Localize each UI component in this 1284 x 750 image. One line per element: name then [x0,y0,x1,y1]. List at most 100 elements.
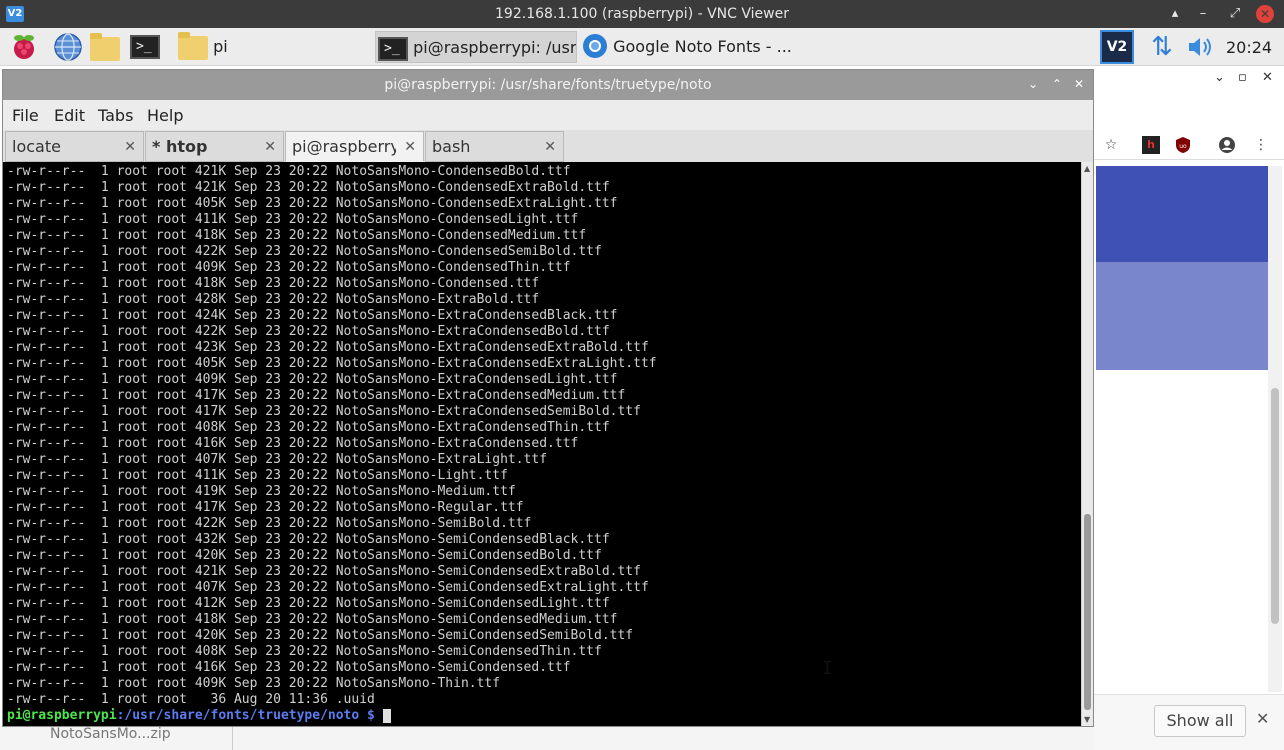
taskbar-task-file-manager[interactable]: pi [176,31,372,63]
terminal-line: -rw-r--r-- 1 root root 36 Aug 20 11:36 .… [7,692,375,707]
terminal-title: pi@raspberrypi: /usr/share/fonts/truetyp… [384,77,712,93]
terminal-minimize-button[interactable]: ⌄ [1025,76,1041,92]
vnc-window-title: 192.168.1.100 (raspberrypi) - VNC Viewer [495,6,789,22]
tab-close-icon[interactable]: ✕ [124,132,136,162]
terminal-line: -rw-r--r-- 1 root root 412K Sep 23 20:22… [7,596,610,611]
page-banner-block [1096,262,1268,370]
scroll-down-arrow-icon[interactable]: ▼ [1084,715,1090,724]
tab-locate[interactable]: locate ✕ [5,131,144,162]
terminal-line: -rw-r--r-- 1 root root 405K Sep 23 20:22… [7,356,657,371]
tab-label: locate [12,137,61,156]
terminal-line: -rw-r--r-- 1 root root 409K Sep 23 20:22… [7,676,501,691]
tab-htop[interactable]: * htop ✕ [145,131,284,162]
terminal-launcher-icon[interactable]: >_ [130,31,162,63]
tab-close-icon[interactable]: ✕ [264,132,276,162]
terminal-line: -rw-r--r-- 1 root root 421K Sep 23 20:22… [7,180,610,195]
terminal-line: -rw-r--r-- 1 root root 424K Sep 23 20:22… [7,308,618,323]
menu-edit[interactable]: Edit [54,106,85,125]
terminal-scrollbar-thumb[interactable] [1084,514,1091,710]
terminal-line: -rw-r--r-- 1 root root 418K Sep 23 20:22… [7,276,540,291]
download-strip: NotoSansMo...zip [0,726,1094,750]
vnc-minimize-button[interactable]: – [1194,5,1212,23]
terminal-line: -rw-r--r-- 1 root root 411K Sep 23 20:22… [7,212,579,227]
terminal-line: -rw-r--r-- 1 root root 419K Sep 23 20:22… [7,484,516,499]
svg-text:uo: uo [1179,143,1187,150]
show-all-button[interactable]: Show all [1154,705,1246,737]
extension-h-icon[interactable]: h [1142,136,1160,154]
terminal-line: -rw-r--r-- 1 root root 417K Sep 23 20:22… [7,500,524,515]
file-manager-icon[interactable] [90,31,122,63]
vnc-close-button[interactable]: ✕ [1256,5,1274,23]
prompt-path: :/usr/share/fonts/truetype/noto $ [116,708,375,723]
browser-minimize-button[interactable]: ⌄ [1214,70,1225,85]
tab-label: pi@raspberrypi: /usr/share/fonts/truetyp… [292,137,396,156]
tab-close-icon[interactable]: ✕ [404,132,416,162]
terminal-scrollbar[interactable]: ▲ ▼ [1081,162,1093,726]
taskbar: >_ pi >_ pi@raspberrypi: /usr/... Google… [0,28,1284,66]
prompt-user: pi@raspberrypi [7,708,117,723]
terminal-line: -rw-r--r-- 1 root root 408K Sep 23 20:22… [7,420,610,435]
terminal-tabbar: locate ✕ * htop ✕ pi@raspberrypi: /usr/s… [3,130,1093,162]
terminal-line: -rw-r--r-- 1 root root 420K Sep 23 20:22… [7,548,602,563]
browser-maximize-button[interactable]: ▫ [1238,70,1247,85]
browser-menu-kebab-icon[interactable]: ⋮ [1252,136,1270,154]
taskbar-task-file-manager-label: pi [213,37,228,56]
terminal-line: -rw-r--r-- 1 root root 416K Sep 23 20:22… [7,660,571,675]
terminal-line: -rw-r--r-- 1 root root 409K Sep 23 20:22… [7,260,571,275]
taskbar-task-terminal[interactable]: >_ pi@raspberrypi: /usr/... [375,31,577,63]
terminal-line: -rw-r--r-- 1 root root 409K Sep 23 20:22… [7,372,618,387]
scroll-up-arrow-icon[interactable]: ▲ [1084,164,1090,173]
clock[interactable]: 20:24 [1226,38,1272,57]
terminal-line: -rw-r--r-- 1 root root 405K Sep 23 20:22… [7,196,618,211]
tab-label: bash [432,137,471,156]
terminal-line: -rw-r--r-- 1 root root 416K Sep 23 20:22… [7,436,579,451]
mouse-ibeam-cursor-icon: I [822,658,833,679]
menu-help[interactable]: Help [147,106,183,125]
terminal-maximize-button[interactable]: ⌃ [1049,76,1065,92]
page-header-block [1096,166,1268,262]
terminal-output[interactable]: -rw-r--r-- 1 root root 421K Sep 23 20:22… [3,162,1081,726]
menu-file[interactable]: File [12,106,39,125]
download-bar-close-icon[interactable]: ✕ [1256,709,1269,728]
browser-window: ⌄ ▫ ✕ ☆ h uo ⋮ [1094,66,1284,706]
download-bar: Show all ✕ [1094,694,1284,750]
terminal-prompt[interactable]: pi@raspberrypi:/usr/share/fonts/truetype… [7,708,1081,724]
terminal-line: -rw-r--r-- 1 root root 422K Sep 23 20:22… [7,516,532,531]
browser-scrollbar[interactable] [1268,166,1282,692]
terminal-line: -rw-r--r-- 1 root root 420K Sep 23 20:22… [7,628,634,643]
browser-scrollbar-thumb[interactable] [1271,388,1279,624]
browser-toolbar: ☆ h uo ⋮ [1094,130,1284,160]
tab-bash[interactable]: bash ✕ [425,131,564,162]
vnc-toolbar-toggle-icon[interactable]: ▴ [1166,5,1184,23]
terminal-line: -rw-r--r-- 1 root root 421K Sep 23 20:22… [7,164,571,179]
tab-current-shell[interactable]: pi@raspberrypi: /usr/share/fonts/truetyp… [285,131,424,162]
terminal-line: -rw-r--r-- 1 root root 417K Sep 23 20:22… [7,388,626,403]
terminal-line: -rw-r--r-- 1 root root 407K Sep 23 20:22… [7,580,649,595]
terminal-line: -rw-r--r-- 1 root root 423K Sep 23 20:22… [7,340,649,355]
terminal-close-button[interactable]: ✕ [1071,76,1087,92]
terminal-line: -rw-r--r-- 1 root root 422K Sep 23 20:22… [7,324,610,339]
terminal-titlebar[interactable]: pi@raspberrypi: /usr/share/fonts/truetyp… [3,70,1093,100]
tab-label: * htop [152,137,208,156]
menu-tabs[interactable]: Tabs [98,106,133,125]
vnc-maximize-button[interactable]: ⤢ [1226,5,1244,23]
terminal-line: -rw-r--r-- 1 root root 411K Sep 23 20:22… [7,468,508,483]
taskbar-task-browser[interactable]: Google Noto Fonts - ... [578,31,792,63]
ublock-shield-icon[interactable]: uo [1174,136,1192,154]
browser-close-button[interactable]: ✕ [1262,70,1273,85]
raspberry-menu-icon[interactable] [8,31,40,63]
volume-icon[interactable] [1184,31,1216,63]
tab-close-icon[interactable]: ✕ [544,132,556,162]
taskbar-task-terminal-label: pi@raspberrypi: /usr/... [413,38,577,57]
vnc-server-tray-icon[interactable]: V2 [1100,30,1134,64]
account-avatar-icon[interactable] [1218,136,1236,154]
taskbar-task-browser-label: Google Noto Fonts - ... [613,37,792,56]
terminal-menubar: File Edit Tabs Help [3,100,1093,130]
web-browser-globe-icon[interactable] [52,31,84,63]
network-transfer-icon[interactable]: ⇅ [1146,31,1178,63]
terminal-line: -rw-r--r-- 1 root root 407K Sep 23 20:22… [7,452,548,467]
terminal-line: -rw-r--r-- 1 root root 421K Sep 23 20:22… [7,564,641,579]
bookmark-star-icon[interactable]: ☆ [1102,136,1120,154]
download-filename[interactable]: NotoSansMo...zip [50,726,171,742]
terminal-line: -rw-r--r-- 1 root root 417K Sep 23 20:22… [7,404,641,419]
